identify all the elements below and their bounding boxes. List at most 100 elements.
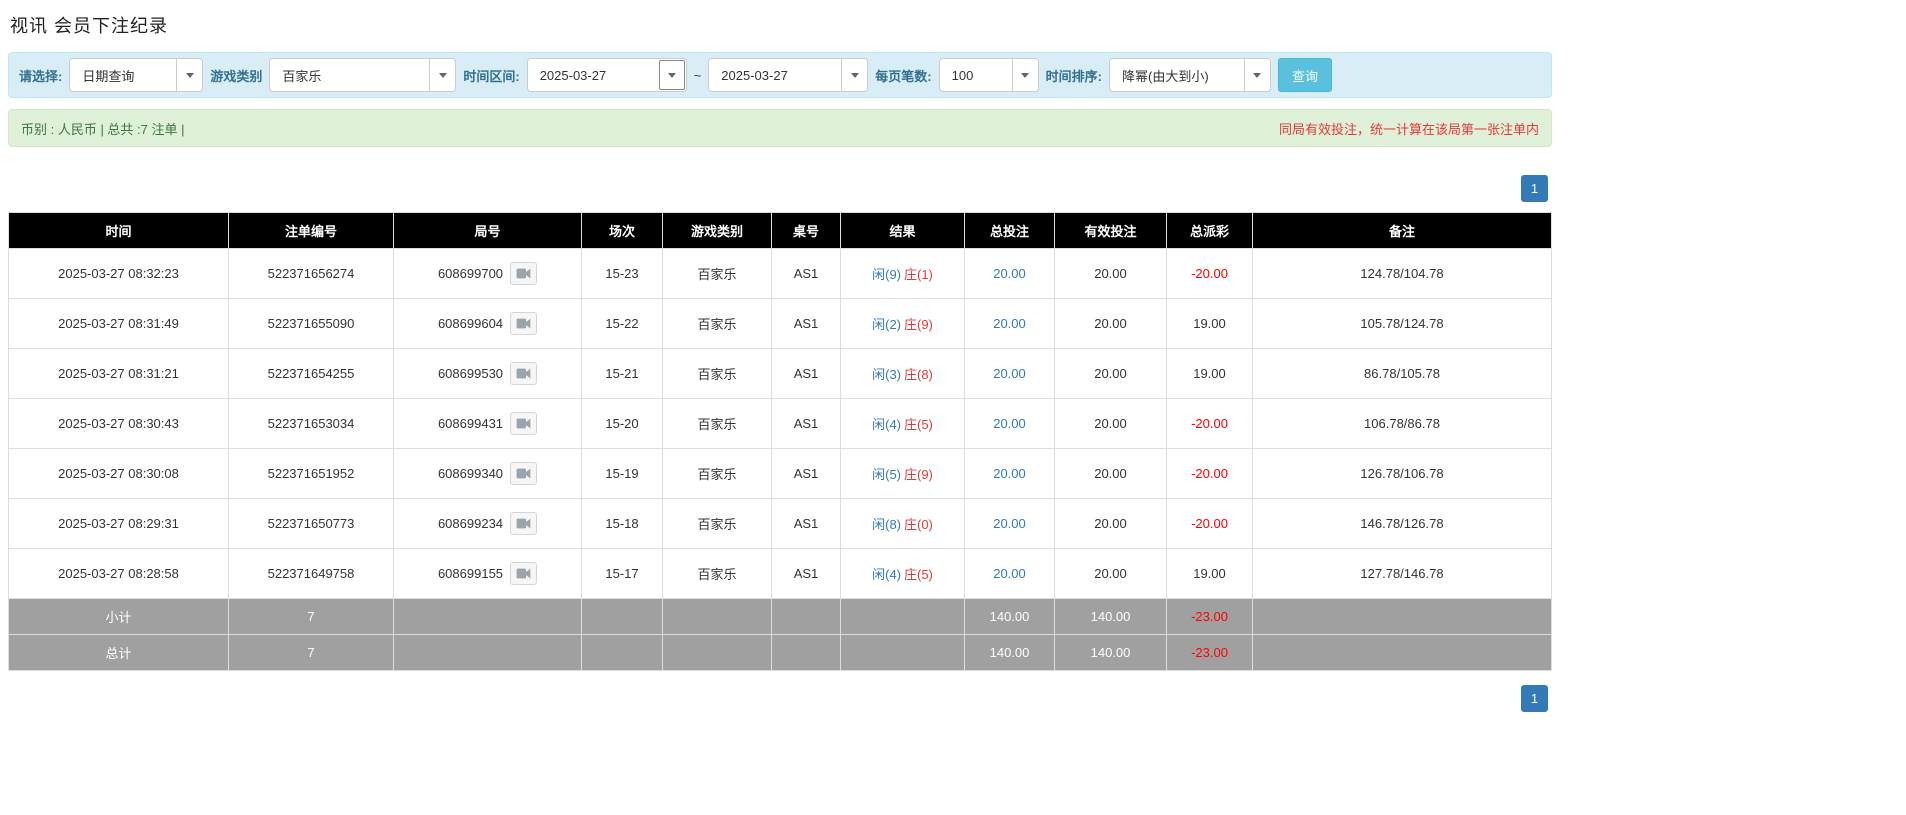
cell-round: 608699700 bbox=[393, 248, 582, 299]
cell-result: 闲(2) 庄(9) bbox=[840, 298, 965, 349]
total-bet-link[interactable]: 20.00 bbox=[993, 316, 1026, 331]
game-type-select[interactable]: 百家乐 bbox=[269, 58, 457, 92]
cell-round: 608699530 bbox=[393, 348, 582, 399]
replay-video-button[interactable] bbox=[510, 562, 538, 585]
grand-total-total-bet: 140.00 bbox=[964, 634, 1055, 671]
total-bet-link[interactable]: 20.00 bbox=[993, 416, 1026, 431]
cell-total-bet: 20.00 bbox=[964, 498, 1055, 549]
table-row: 2025-03-27 08:30:08 522371651952 6086993… bbox=[8, 448, 1552, 499]
cell-session: 15-17 bbox=[581, 548, 663, 599]
cell-result: 闲(3) 庄(8) bbox=[840, 348, 965, 399]
result-banker: 庄(9) bbox=[904, 317, 933, 332]
range-separator: ~ bbox=[693, 67, 702, 83]
replay-video-button[interactable] bbox=[510, 362, 538, 385]
cell-round: 608699155 bbox=[393, 548, 582, 599]
cell-total-bet: 20.00 bbox=[964, 348, 1055, 399]
video-camera-icon bbox=[516, 568, 531, 579]
total-bet-link[interactable]: 20.00 bbox=[993, 366, 1026, 381]
filter-bar: 请选择: 日期查询 游戏类别 百家乐 时间区间: 2025-03-27 ~ 20… bbox=[8, 52, 1552, 98]
table-row: 2025-03-27 08:29:31 522371650773 6086992… bbox=[8, 498, 1552, 549]
total-bet-link[interactable]: 20.00 bbox=[993, 566, 1026, 581]
date-to-select[interactable]: 2025-03-27 bbox=[708, 58, 869, 92]
replay-video-button[interactable] bbox=[510, 462, 538, 485]
replay-video-button[interactable] bbox=[510, 412, 538, 435]
cell-table-no: AS1 bbox=[771, 248, 841, 299]
round-number: 608699340 bbox=[437, 466, 504, 481]
header-game-type: 游戏类别 bbox=[662, 212, 772, 249]
cell-payout: -20.00 bbox=[1166, 398, 1253, 449]
result-player: 闲(9) bbox=[872, 267, 901, 282]
page-1-button[interactable]: 1 bbox=[1521, 175, 1548, 202]
chevron-down-icon bbox=[658, 60, 685, 90]
page-title: 视讯 会员下注纪录 bbox=[10, 16, 169, 36]
subtotal-count: 7 bbox=[228, 598, 394, 635]
page-size-label: 每页笔数: bbox=[875, 68, 932, 84]
cell-game-type: 百家乐 bbox=[662, 498, 772, 549]
header-round-id: 局号 bbox=[393, 212, 582, 249]
summary-bar: 币别 : 人民币 | 总共 :7 注单 | 同局有效投注，统一计算在该局第一张注… bbox=[8, 109, 1552, 147]
video-camera-icon bbox=[516, 468, 531, 479]
header-total-bet: 总投注 bbox=[964, 212, 1055, 249]
cell-session: 15-22 bbox=[581, 298, 663, 349]
header-payout: 总派彩 bbox=[1166, 212, 1253, 249]
date-mode-select[interactable]: 日期查询 bbox=[69, 58, 204, 92]
video-camera-icon bbox=[516, 368, 531, 379]
result-banker: 庄(5) bbox=[904, 417, 933, 432]
time-sort-select[interactable]: 降幂(由大到小) bbox=[1108, 58, 1271, 92]
total-bet-link[interactable]: 20.00 bbox=[993, 516, 1026, 531]
page-size-select[interactable]: 100 bbox=[938, 58, 1039, 92]
header-table-no: 桌号 bbox=[771, 212, 841, 249]
chevron-down-icon bbox=[429, 59, 456, 91]
date-to-value: 2025-03-27 bbox=[721, 67, 788, 83]
round-number: 608699700 bbox=[437, 266, 504, 281]
cell-table-no: AS1 bbox=[771, 498, 841, 549]
cell-game-type: 百家乐 bbox=[662, 548, 772, 599]
cell-bet-id: 522371653034 bbox=[228, 398, 394, 449]
round-number: 608699234 bbox=[437, 516, 504, 531]
total-bet-link[interactable]: 20.00 bbox=[993, 266, 1026, 281]
grand-total-payout: -23.00 bbox=[1166, 634, 1253, 671]
cell-round: 608699340 bbox=[393, 448, 582, 499]
header-remark: 备注 bbox=[1252, 212, 1552, 249]
subtotal-payout: -23.00 bbox=[1166, 598, 1253, 635]
replay-video-button[interactable] bbox=[510, 512, 538, 535]
round-number: 608699530 bbox=[437, 366, 504, 381]
cell-result: 闲(4) 庄(5) bbox=[840, 398, 965, 449]
page-container: 视讯 会员下注纪录 请选择: 日期查询 游戏类别 百家乐 时间区间: 2025-… bbox=[0, 0, 1560, 732]
cell-session: 15-23 bbox=[581, 248, 663, 299]
cell-table-no: AS1 bbox=[771, 348, 841, 399]
cell-round: 608699431 bbox=[393, 398, 582, 449]
chevron-down-icon bbox=[841, 59, 868, 91]
header-session: 场次 bbox=[581, 212, 663, 249]
replay-video-button[interactable] bbox=[510, 262, 538, 285]
cell-time: 2025-03-27 08:32:23 bbox=[8, 248, 229, 299]
subtotal-label: 小计 bbox=[8, 598, 229, 635]
cell-result: 闲(4) 庄(5) bbox=[840, 548, 965, 599]
grand-total-count: 7 bbox=[228, 634, 394, 671]
cell-game-type: 百家乐 bbox=[662, 348, 772, 399]
cell-remark: 86.78/105.78 bbox=[1252, 348, 1552, 399]
cell-time: 2025-03-27 08:30:43 bbox=[8, 398, 229, 449]
replay-video-button[interactable] bbox=[510, 312, 538, 335]
chevron-down-icon bbox=[1011, 59, 1038, 91]
cell-time: 2025-03-27 08:29:31 bbox=[8, 498, 229, 549]
total-bet-link[interactable]: 20.00 bbox=[993, 466, 1026, 481]
cell-result: 闲(8) 庄(0) bbox=[840, 498, 965, 549]
table-row: 2025-03-27 08:31:49 522371655090 6086996… bbox=[8, 298, 1552, 349]
query-button[interactable]: 查询 bbox=[1277, 58, 1332, 92]
cell-bet-id: 522371654255 bbox=[228, 348, 394, 399]
date-from-select[interactable]: 2025-03-27 bbox=[526, 58, 687, 92]
cell-remark: 127.78/146.78 bbox=[1252, 548, 1552, 599]
result-banker: 庄(1) bbox=[904, 267, 933, 282]
cell-total-bet: 20.00 bbox=[964, 398, 1055, 449]
cell-bet-id: 522371655090 bbox=[228, 298, 394, 349]
cell-valid-bet: 20.00 bbox=[1054, 548, 1167, 599]
table-row: 2025-03-27 08:31:21 522371654255 6086995… bbox=[8, 348, 1552, 399]
pagination-bottom: 1 bbox=[8, 685, 1548, 712]
cell-valid-bet: 20.00 bbox=[1054, 348, 1167, 399]
cell-payout: -20.00 bbox=[1166, 248, 1253, 299]
page-1-button[interactable]: 1 bbox=[1521, 685, 1548, 712]
time-range-label: 时间区间: bbox=[463, 68, 520, 84]
result-banker: 庄(5) bbox=[904, 567, 933, 582]
video-camera-icon bbox=[516, 318, 531, 329]
